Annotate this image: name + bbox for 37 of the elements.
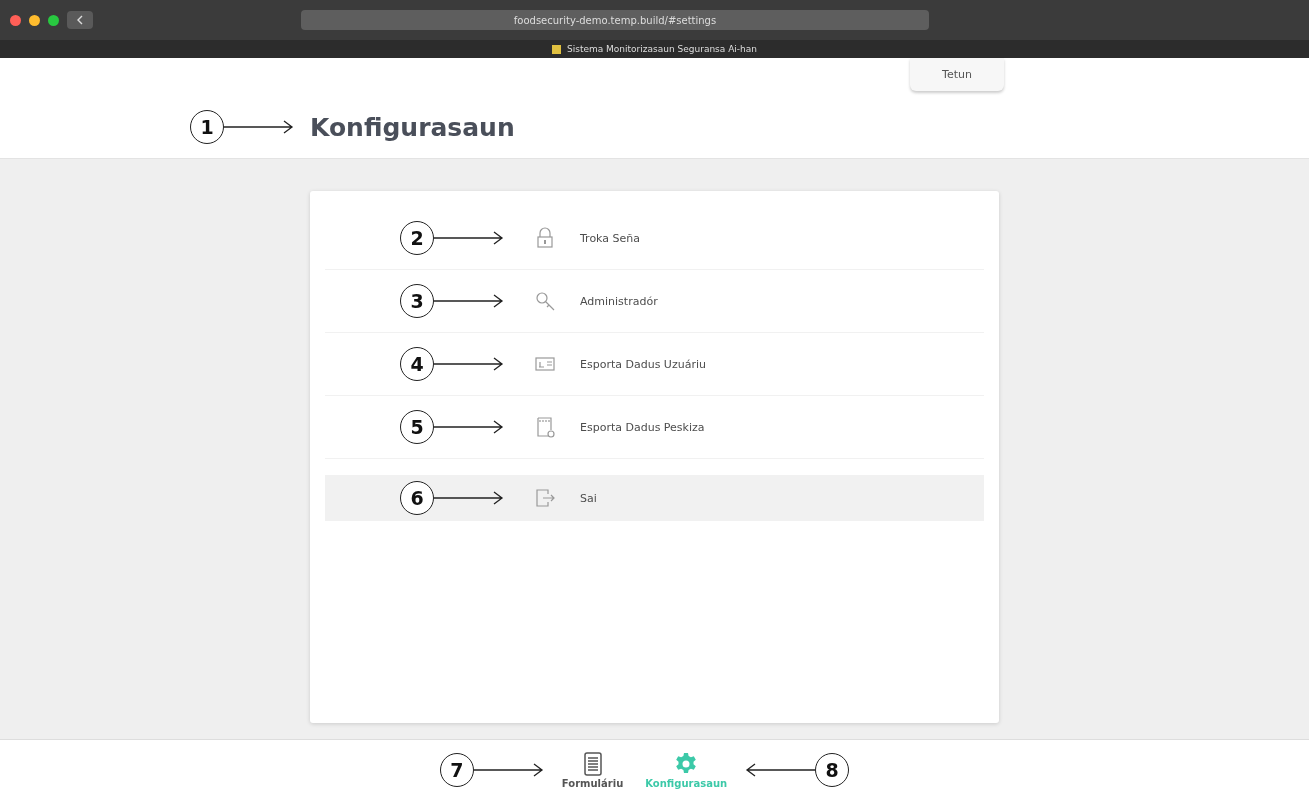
settings-icon — [674, 751, 699, 776]
arrow-icon — [434, 294, 504, 308]
settings-menu-item[interactable]: 4 Esporta Dadus Uzuáriu — [325, 333, 984, 396]
browser-tab[interactable]: Sistema Monitorizasaun Seguransa Ai-han — [552, 44, 757, 54]
callout-number: 2 — [400, 221, 434, 255]
callout-number: 6 — [400, 481, 434, 515]
language-button[interactable]: Tetun — [910, 58, 1004, 91]
settings-menu-item[interactable]: 3 Administradór — [325, 270, 984, 333]
settings-menu-item[interactable]: 5 Esporta Dadus Peskiza — [325, 396, 984, 459]
arrow-icon — [473, 763, 544, 777]
arrow-icon — [434, 491, 504, 505]
arrow-icon — [224, 120, 294, 134]
key-icon — [534, 290, 556, 312]
callout-number: 7 — [439, 753, 474, 787]
minimize-button[interactable] — [29, 14, 40, 26]
nav-tab[interactable]: Formuláriu — [557, 751, 628, 789]
close-button[interactable] — [10, 14, 21, 26]
padlock-icon — [534, 227, 556, 249]
callout-number: 1 — [190, 110, 224, 144]
callout-number: 5 — [400, 410, 434, 444]
arrow-icon — [434, 420, 504, 434]
arrow-icon — [434, 231, 504, 245]
exit-icon — [534, 487, 556, 509]
zoom-button[interactable] — [48, 14, 59, 26]
page-title: Konfigurasaun — [310, 112, 515, 142]
document-icon — [534, 416, 556, 438]
callout-number: 8 — [815, 753, 850, 787]
back-button[interactable] — [67, 11, 93, 29]
settings-menu-item[interactable]: 2 Troka Seña — [325, 207, 984, 270]
callout-number: 3 — [400, 284, 434, 318]
address-bar[interactable]: foodsecurity-demo.temp.build/#settings — [301, 10, 929, 30]
document-icon — [583, 751, 602, 776]
callout-number: 4 — [400, 347, 434, 381]
chevron-left-icon — [76, 15, 84, 25]
arrow-icon — [745, 763, 816, 777]
settings-menu-item[interactable]: 6 Sai — [325, 475, 984, 521]
arrow-icon — [434, 357, 504, 371]
